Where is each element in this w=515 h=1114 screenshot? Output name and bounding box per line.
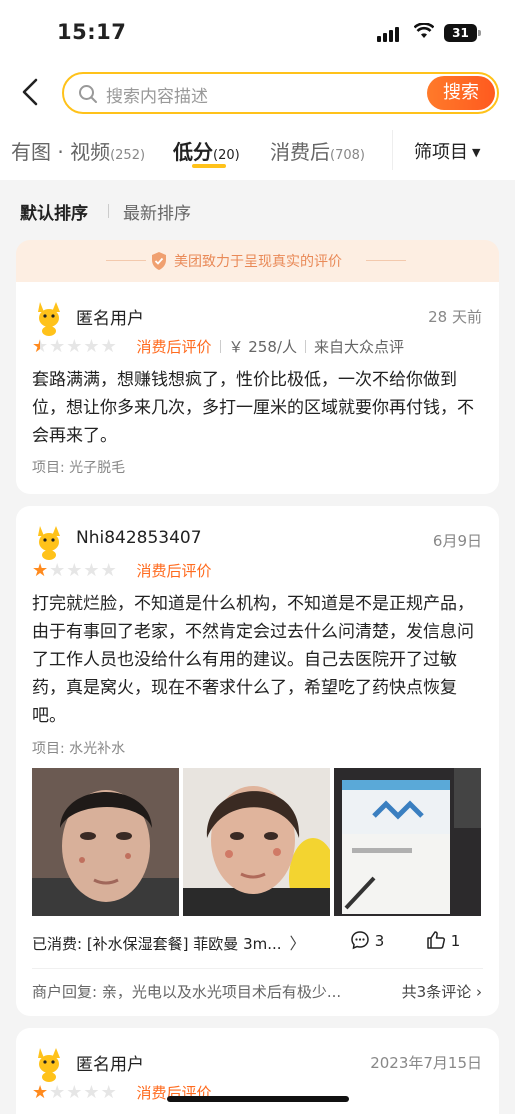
star-icon: ★ xyxy=(100,560,117,581)
tab-with-photos[interactable]: 有图 · 视频(252) xyxy=(11,136,145,165)
review-card: Nhi842853407 6月9日 ★★★★★ 消费后评价 打完就烂脸，不知道是… xyxy=(16,506,499,1016)
banner-text: 美团致力于呈现真实的评价 xyxy=(174,254,342,270)
authenticity-banner: 美团致力于呈现真实的评价 xyxy=(16,240,499,282)
kangaroo-avatar-icon xyxy=(38,526,60,560)
status-time: 15:17 xyxy=(57,20,127,44)
divider xyxy=(108,204,109,218)
search-header: 搜索内容描述 搜索 xyxy=(0,62,515,122)
star-rating: ★★★★★ xyxy=(32,336,118,357)
sort-bar: 默认排序 最新排序 xyxy=(0,180,515,238)
shield-check-icon xyxy=(152,252,166,270)
search-placeholder: 搜索内容描述 xyxy=(106,87,208,107)
divider xyxy=(32,968,483,969)
star-icon: ★ xyxy=(83,560,100,581)
star-icon: ★ xyxy=(49,1082,66,1103)
tab-count: (252) xyxy=(110,148,146,163)
star-icon: ★ xyxy=(66,560,83,581)
tab-low-score[interactable]: 低分(20) xyxy=(173,136,240,165)
review-photo[interactable] xyxy=(32,768,179,916)
all-comments-label: 共3条评论 xyxy=(401,983,472,1001)
review-text: 套路满满，想赚钱想疯了，性价比极低，一次不给你做到位，想让你多来几次，多打一厘米… xyxy=(32,370,474,446)
comment-icon xyxy=(351,931,369,950)
review-photos xyxy=(32,768,482,916)
divider xyxy=(106,260,146,261)
reply-label: 商户回复: xyxy=(32,983,98,1001)
star-rating: ★★★★★ xyxy=(32,560,118,581)
review-source: 来自大众点评 xyxy=(313,338,404,356)
star-icon: ★ xyxy=(49,560,66,581)
comment-count: 3 xyxy=(374,932,385,950)
tab-count: (20) xyxy=(213,148,240,163)
tab-label: 消费后 xyxy=(270,140,330,164)
star-icon: ★ xyxy=(66,1082,83,1103)
tab-label: 低分 xyxy=(173,140,213,164)
search-icon xyxy=(79,85,97,103)
star-icon: ★ xyxy=(83,336,100,357)
star-icon: ★ xyxy=(100,336,117,357)
star-icon: ★ xyxy=(66,336,83,357)
battery-icon: 31 xyxy=(444,24,481,42)
tab-label: 有图 · 视频 xyxy=(11,140,111,164)
all-comments-link[interactable]: 共3条评论 › xyxy=(402,981,482,1002)
review-project: 项目: 水光补水 xyxy=(32,741,126,757)
review-tag: 消费后评价 xyxy=(136,562,212,580)
sort-default[interactable]: 默认排序 xyxy=(20,199,88,224)
review-text: 打完就烂脸，不知道是什么机构，不知道是不是正规产品，由于有事回了老家，不然肯定会… xyxy=(32,594,474,726)
reviewer-name[interactable]: 匿名用户 xyxy=(76,304,144,329)
review-date: 28 天前 xyxy=(428,308,482,326)
review-tabs: 有图 · 视频(252) 低分(20) 消费后(708) 筛项目 ▼ xyxy=(0,122,515,180)
back-arrow-icon[interactable] xyxy=(18,76,44,108)
consumed-text: 已消费: [补水保湿套餐] 菲欧曼 3m... xyxy=(32,935,282,953)
star-icon: ★ xyxy=(83,1082,100,1103)
kangaroo-avatar-icon xyxy=(38,302,60,336)
kangaroo-avatar-icon xyxy=(38,1048,60,1082)
review-card: 匿名用户 28 天前 ★★★★★ 消费后评价 ￥ 258/人 来自大众点评 套路满满… xyxy=(16,282,499,494)
review-meta: ★★★★★ 消费后评价 xyxy=(32,560,212,581)
home-indicator[interactable] xyxy=(167,1096,349,1102)
review-date: 2023年7月15日 xyxy=(370,1054,482,1072)
tab-after-purchase[interactable]: 消费后(708) xyxy=(270,136,365,165)
search-input[interactable]: 搜索内容描述 搜索 xyxy=(62,72,499,114)
comment-button[interactable]: 3 xyxy=(350,930,384,950)
filter-project-dropdown[interactable]: 筛项目 ▼ xyxy=(414,138,480,164)
chevron-right-icon: › xyxy=(471,983,482,1001)
review-meta: ★★★★★ 消费后评价 ￥ 258/人 来自大众点评 xyxy=(32,336,404,357)
star-rating: ★★★★★ xyxy=(32,1082,118,1103)
thumbs-up-icon xyxy=(427,931,446,949)
star-icon: ★ xyxy=(32,1082,49,1103)
review-photo[interactable] xyxy=(334,768,481,916)
caret-down-icon: ▼ xyxy=(472,146,481,159)
filter-label: 筛项目 xyxy=(414,142,468,163)
star-icon: ★ xyxy=(32,560,49,581)
consumed-package-link[interactable]: 已消费: [补水保湿套餐] 菲欧曼 3m... 〉 xyxy=(32,930,306,954)
active-tab-indicator xyxy=(192,164,226,168)
chevron-right-icon: 〉 xyxy=(289,934,306,953)
review-photo[interactable] xyxy=(183,768,330,916)
like-button[interactable]: 1 xyxy=(426,930,460,950)
reply-text: 亲，光电以及水光项目术后有极少... xyxy=(101,983,342,1001)
sort-latest[interactable]: 最新排序 xyxy=(123,199,191,224)
cellular-signal-icon xyxy=(377,26,401,42)
review-tag: 消费后评价 xyxy=(136,338,212,356)
price-per-person: ￥ 258/人 xyxy=(228,338,297,356)
merchant-reply: 商户回复: 亲，光电以及水光项目术后有极少... xyxy=(32,981,341,1002)
review-project: 项目: 光子脱毛 xyxy=(32,460,126,476)
star-icon: ★ xyxy=(49,336,66,357)
divider xyxy=(366,260,406,261)
like-count: 1 xyxy=(450,932,461,950)
wifi-icon xyxy=(414,23,434,38)
divider xyxy=(392,130,393,170)
search-button[interactable]: 搜索 xyxy=(427,76,495,110)
reviewer-name[interactable]: Nhi842853407 xyxy=(76,528,202,548)
tab-count: (708) xyxy=(330,148,365,163)
status-bar: 15:17 31 xyxy=(0,0,515,62)
reviewer-name[interactable]: 匿名用户 xyxy=(76,1050,144,1075)
star-icon: ★ xyxy=(32,336,49,357)
star-icon: ★ xyxy=(100,1082,117,1103)
review-date: 6月9日 xyxy=(432,532,482,550)
